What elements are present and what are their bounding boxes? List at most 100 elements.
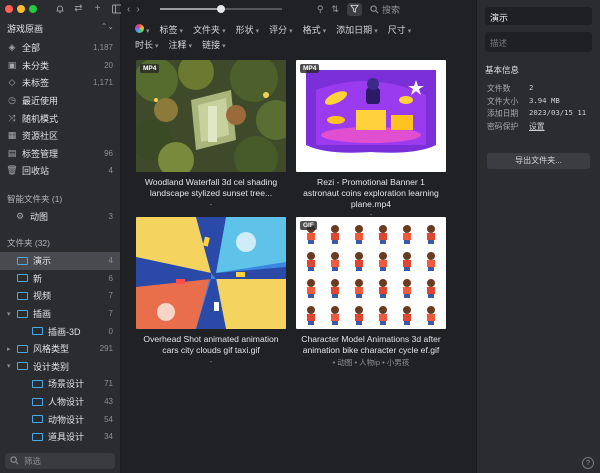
- main-nav: ◈ 全部 1,187 ▣ 未分类 20 ◇ 未标签 1,171 ◷ 最近使用 ⤨…: [0, 39, 120, 180]
- folder-item-style-type[interactable]: ▸ 风格类型 291: [0, 340, 120, 358]
- description-field[interactable]: 描述: [485, 32, 592, 52]
- folder-label: 动物设计: [48, 414, 85, 425]
- search-icon: [10, 455, 19, 467]
- smart-folder-icon: ⚙: [15, 211, 25, 222]
- filter-size[interactable]: 尺寸 ▾: [388, 23, 412, 36]
- search-input[interactable]: 搜索: [370, 3, 470, 16]
- folder-item-video[interactable]: 视频 7: [0, 287, 120, 305]
- filter-link[interactable]: 链接 ▾: [202, 38, 226, 51]
- nav-item-all[interactable]: ◈ 全部 1,187: [0, 39, 120, 57]
- folder-name-field[interactable]: 演示: [485, 7, 592, 25]
- nav-label: 标签管理: [22, 148, 59, 159]
- add-icon[interactable]: +: [92, 3, 103, 14]
- expand-chevron-icon[interactable]: ▾: [7, 362, 15, 370]
- folder-item-new[interactable]: 新 6: [0, 270, 120, 288]
- color-filter[interactable]: ▾: [135, 24, 150, 35]
- folder-item-prop-design[interactable]: 道具设计 34: [0, 428, 120, 446]
- info-value: 2023/03/15 11: [529, 108, 587, 118]
- sort-icon[interactable]: ⇅: [331, 4, 339, 15]
- bell-icon[interactable]: [54, 3, 65, 14]
- shuffle-icon: ⤨: [8, 112, 16, 123]
- folder-item-demo[interactable]: 演示 4: [0, 252, 120, 270]
- nav-count: 1,187: [92, 43, 113, 53]
- info-key: 文件大小: [487, 96, 519, 106]
- nav-label: 未标签: [22, 78, 50, 89]
- filter-duration[interactable]: 时长 ▾: [135, 38, 159, 51]
- sprite-frame: [403, 252, 411, 271]
- help-icon[interactable]: ?: [582, 457, 594, 469]
- thumbnail-size-slider[interactable]: [159, 5, 282, 13]
- sprite-frame: [403, 279, 411, 298]
- smart-folders-title[interactable]: 智能文件夹 (1): [0, 190, 120, 208]
- back-icon[interactable]: ‹: [127, 4, 130, 15]
- sprite-frame: [331, 306, 339, 325]
- folders-title[interactable]: 文件夹 (32): [0, 234, 120, 252]
- nav-item-uncategorized[interactable]: ▣ 未分类 20: [0, 57, 120, 75]
- asset-thumbnail[interactable]: GIF: [296, 217, 446, 329]
- filter-shape[interactable]: 形状 ▾: [236, 23, 260, 36]
- filter-notes[interactable]: 注释 ▾: [169, 38, 193, 51]
- filter-tags[interactable]: 标签 ▾: [160, 23, 184, 36]
- box-icon: ▣: [7, 59, 17, 70]
- expand-chevron-icon[interactable]: ▾: [7, 310, 15, 318]
- asset-tags: • 动图 • 人物ip • 小男孩: [332, 357, 410, 367]
- nav-item-random[interactable]: ⤨ 随机模式: [0, 109, 120, 127]
- nav-item-trash[interactable]: 🗑 回收站 4: [0, 162, 120, 180]
- folder-item-character-design[interactable]: 人物设计 43: [0, 393, 120, 411]
- folder-item-animal-design[interactable]: 动物设计 54: [0, 410, 120, 428]
- folder-item-scene-design[interactable]: 场景设计 71: [0, 375, 120, 393]
- pin-icon[interactable]: ⚲: [317, 4, 324, 15]
- minimize-window-button[interactable]: [17, 5, 25, 13]
- folder-item-design-category[interactable]: ▾ 设计类别: [0, 358, 120, 376]
- folder-icon: [17, 291, 28, 300]
- folder-label: 设计类别: [33, 361, 70, 372]
- folder-count: 54: [104, 414, 113, 424]
- asset-card[interactable]: GIF Character Model Animations 3d after …: [296, 217, 446, 368]
- sprite-frame: [307, 279, 315, 298]
- asset-tags: -: [209, 356, 213, 366]
- nav-item-recent[interactable]: ◷ 最近使用: [0, 92, 120, 110]
- nav-item-untagged[interactable]: ◇ 未标签 1,171: [0, 74, 120, 92]
- sprite-frame: [403, 225, 411, 244]
- folder-filter-input[interactable]: 筛选: [5, 453, 115, 469]
- filter-folder[interactable]: 文件夹 ▾: [193, 23, 226, 36]
- sprite-frame: [379, 252, 387, 271]
- info-key: 密码保护: [487, 121, 519, 131]
- nav-item-community[interactable]: ▦ 资源社区: [0, 127, 120, 145]
- nav-label: 最近使用: [22, 96, 59, 107]
- asset-card[interactable]: MP4 Rezi - Promotional Banner 1 astronau…: [296, 60, 446, 219]
- smart-folder-item[interactable]: ⚙ 动图 3: [0, 208, 120, 226]
- filter-icon[interactable]: [347, 2, 362, 16]
- asset-thumbnail[interactable]: MP4: [136, 60, 286, 172]
- folder-count: 71: [104, 379, 113, 389]
- toolbar: ‹ › ⚲ ⇅ 搜索: [121, 0, 476, 18]
- sidebar: ⇄ + 游戏原画 ⌃⌄ ◈ 全部 1,187 ▣ 未分类 20 ◇ 未标签 1,…: [0, 0, 122, 473]
- library-selector[interactable]: 游戏原画 ⌃⌄: [7, 22, 114, 35]
- asset-thumbnail[interactable]: MP4: [296, 60, 446, 172]
- slider-knob[interactable]: [216, 5, 225, 13]
- folder-item-illustration-3d[interactable]: 插画-3D 0: [0, 322, 120, 340]
- folder-count: 7: [108, 309, 113, 319]
- info-row: 文件大小 3.94 MB: [487, 96, 596, 109]
- export-folder-button[interactable]: 导出文件夹...: [487, 153, 590, 169]
- close-window-button[interactable]: [5, 5, 13, 13]
- asset-card[interactable]: MP4 Woodland Waterfall 3d cel shading la…: [136, 60, 286, 209]
- info-key: 文件数: [487, 84, 511, 93]
- asset-card[interactable]: Overhead Shot animated animation cars ci…: [136, 217, 286, 366]
- sprite-frame: [379, 225, 387, 244]
- filter-date-added[interactable]: 添加日期 ▾: [336, 23, 378, 36]
- filter-format[interactable]: 格式 ▾: [303, 23, 327, 36]
- forward-icon[interactable]: ›: [136, 4, 139, 15]
- folder-item-illustration[interactable]: ▾ 插画 7: [0, 305, 120, 323]
- asset-thumbnail[interactable]: [136, 217, 286, 329]
- inspector-panel: 演示 描述 基本信息 文件数 2 文件大小 3.94 MB 添加日期 2023/…: [476, 0, 600, 473]
- nav-item-tag-manager[interactable]: ▤ 标签管理 96: [0, 145, 120, 163]
- sprite-frame: [331, 252, 339, 271]
- filter-rating[interactable]: 评分 ▾: [269, 23, 293, 36]
- password-set-link[interactable]: 设置: [529, 121, 545, 134]
- expand-chevron-icon[interactable]: ▸: [7, 345, 15, 353]
- zoom-window-button[interactable]: [29, 5, 37, 13]
- sync-icon[interactable]: ⇄: [73, 3, 84, 14]
- search-icon: [370, 4, 379, 13]
- folder-label: 道具设计: [48, 432, 85, 443]
